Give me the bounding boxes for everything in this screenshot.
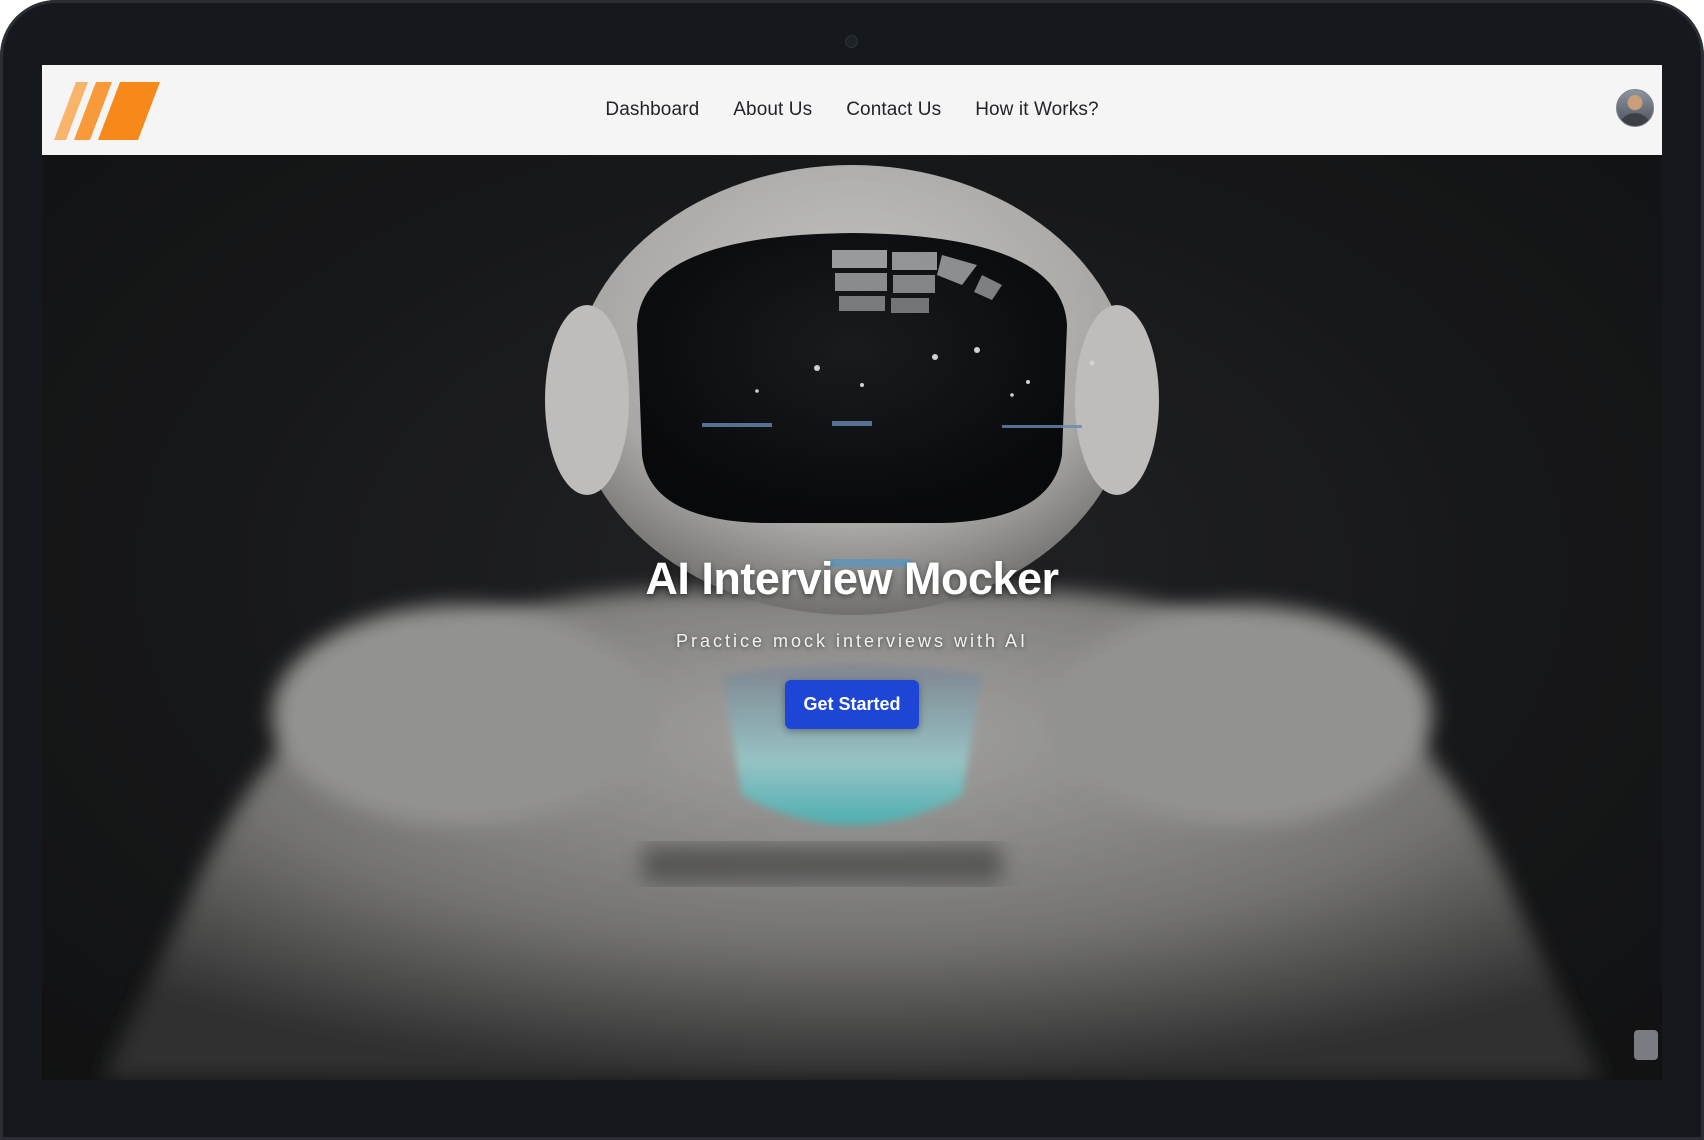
- hero-content: AI Interview Mocker Practice mock interv…: [42, 553, 1662, 729]
- top-navbar: Dashboard About Us Contact Us How it Wor…: [42, 65, 1662, 155]
- hero-subtitle: Practice mock interviews with AI: [675, 631, 1029, 651]
- device-frame: Dashboard About Us Contact Us How it Wor…: [0, 0, 1704, 1140]
- floating-widget-icon[interactable]: [1634, 1030, 1658, 1060]
- nav-link-contact-us[interactable]: Contact Us: [846, 99, 941, 121]
- nav-links: Dashboard About Us Contact Us How it Wor…: [42, 65, 1662, 155]
- user-avatar-icon[interactable]: [1616, 89, 1654, 127]
- hero-title: AI Interview Mocker: [645, 553, 1059, 604]
- camera-dot: [845, 35, 858, 48]
- nav-link-about-us[interactable]: About Us: [733, 99, 812, 121]
- nav-link-dashboard[interactable]: Dashboard: [605, 99, 699, 121]
- hero-section: AI Interview Mocker Practice mock interv…: [42, 155, 1662, 1080]
- app-screen: Dashboard About Us Contact Us How it Wor…: [42, 65, 1662, 1080]
- get-started-button[interactable]: Get Started: [785, 680, 919, 729]
- nav-link-how-it-works[interactable]: How it Works?: [975, 99, 1098, 121]
